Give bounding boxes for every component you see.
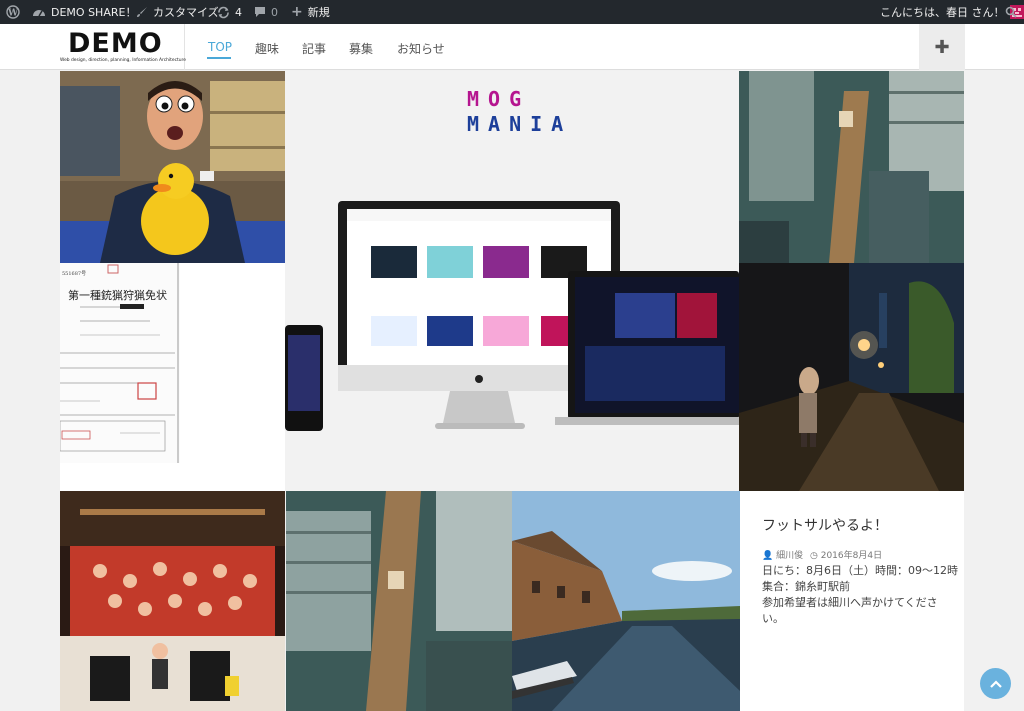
post-excerpt-line: 集合：錦糸町駅前 (762, 580, 850, 593)
scroll-top-button[interactable] (980, 668, 1011, 699)
greeting-label: こんにちは、春日 さん！ (880, 6, 1005, 19)
post-thumbnail-concert[interactable] (60, 491, 285, 711)
post-thumbnail-certificate[interactable]: 551687号 第一種銃猟狩猟免状 (60, 263, 285, 491)
updates-menu[interactable]: 4 (217, 0, 242, 24)
brand-logo-bottom: MANIA (467, 112, 573, 136)
post-thumbnail-duck[interactable] (60, 71, 285, 263)
comment-icon (255, 7, 265, 17)
post-thumbnail-mogmania[interactable]: MOG MANIA (285, 71, 739, 491)
post-thumbnail-night-street[interactable] (739, 263, 964, 491)
my-account-menu[interactable]: こんにちは、春日 さん！ (880, 0, 1024, 24)
customize-label: カスタマイズ (153, 6, 219, 19)
updates-icon (218, 6, 229, 18)
post-card-futsal[interactable]: フットサルやるよ！ 👤 細川俊 ◷ 2016年8月4日 日にち：8月6日（土）時… (740, 491, 964, 711)
certificate-title: 第一種銃猟狩猟免状 (68, 289, 167, 302)
nav-news[interactable]: お知らせ (397, 40, 445, 57)
brand-logo: MOG MANIA (467, 87, 591, 136)
site-name-menu[interactable]: DEMO SHARE！ (32, 0, 136, 24)
svg-text:W: W (7, 9, 19, 19)
comments-menu[interactable]: 0 (254, 0, 278, 24)
new-content-menu[interactable]: + 新規 (291, 0, 330, 24)
wordpress-logo-icon[interactable]: W (6, 0, 20, 24)
post-excerpt-line: 日にち：8月6日（土）時間：09～12時 (762, 564, 958, 577)
nav-articles[interactable]: 記事 (302, 40, 326, 57)
post-thumbnail-canal[interactable] (512, 491, 740, 711)
admin-bar: W DEMO SHARE！ カスタマイズ 4 0 + 新規 こんにちは、春日 さ… (0, 0, 1024, 24)
post-thumbnail-skyscraper[interactable] (739, 71, 964, 263)
plus-icon: ✚ (934, 36, 950, 58)
logo-text: DEMO (68, 28, 163, 59)
nav-top[interactable]: TOP (208, 40, 232, 54)
nav-hobby[interactable]: 趣味 (255, 40, 279, 57)
site-header: DEMO Web design, direction, planning, In… (0, 24, 1024, 70)
svg-text:551687号: 551687号 (62, 271, 86, 277)
add-button[interactable]: ✚ (919, 24, 965, 70)
logo-tagline: Web design, direction, planning, Informa… (60, 58, 186, 63)
post-date: 2016年8月4日 (820, 551, 883, 561)
chevron-up-icon (989, 679, 1002, 688)
nav-active-indicator (207, 57, 231, 59)
nav-recruit[interactable]: 募集 (349, 40, 373, 57)
brush-icon (137, 7, 147, 17)
customize-menu[interactable]: カスタマイズ (136, 0, 219, 24)
clock-icon: ◷ (809, 551, 818, 561)
site-name-label: DEMO SHARE！ (51, 6, 137, 19)
post-excerpt: 日にち：8月6日（土）時間：09～12時 集合：錦糸町駅前 参加希望者は細川へ声… (762, 563, 958, 627)
new-content-label: 新規 (307, 6, 330, 19)
search-icon[interactable] (1005, 0, 1017, 24)
post-author[interactable]: 細川俊 (776, 551, 803, 561)
post-excerpt-line: 参加希望者は細川へ声かけてください。 (762, 596, 938, 625)
post-title[interactable]: フットサルやるよ！ (762, 515, 888, 535)
author-icon: 👤 (762, 551, 774, 561)
post-thumbnail-skyscraper-2[interactable] (286, 491, 512, 711)
site-logo[interactable]: DEMO Web design, direction, planning, In… (58, 24, 186, 70)
post-meta: 👤 細川俊 ◷ 2016年8月4日 (762, 548, 882, 561)
comments-count: 0 (271, 5, 278, 19)
dashboard-icon (33, 10, 45, 17)
plus-icon: + (291, 4, 303, 20)
updates-count: 4 (235, 5, 242, 19)
brand-logo-top: MOG (467, 87, 531, 111)
